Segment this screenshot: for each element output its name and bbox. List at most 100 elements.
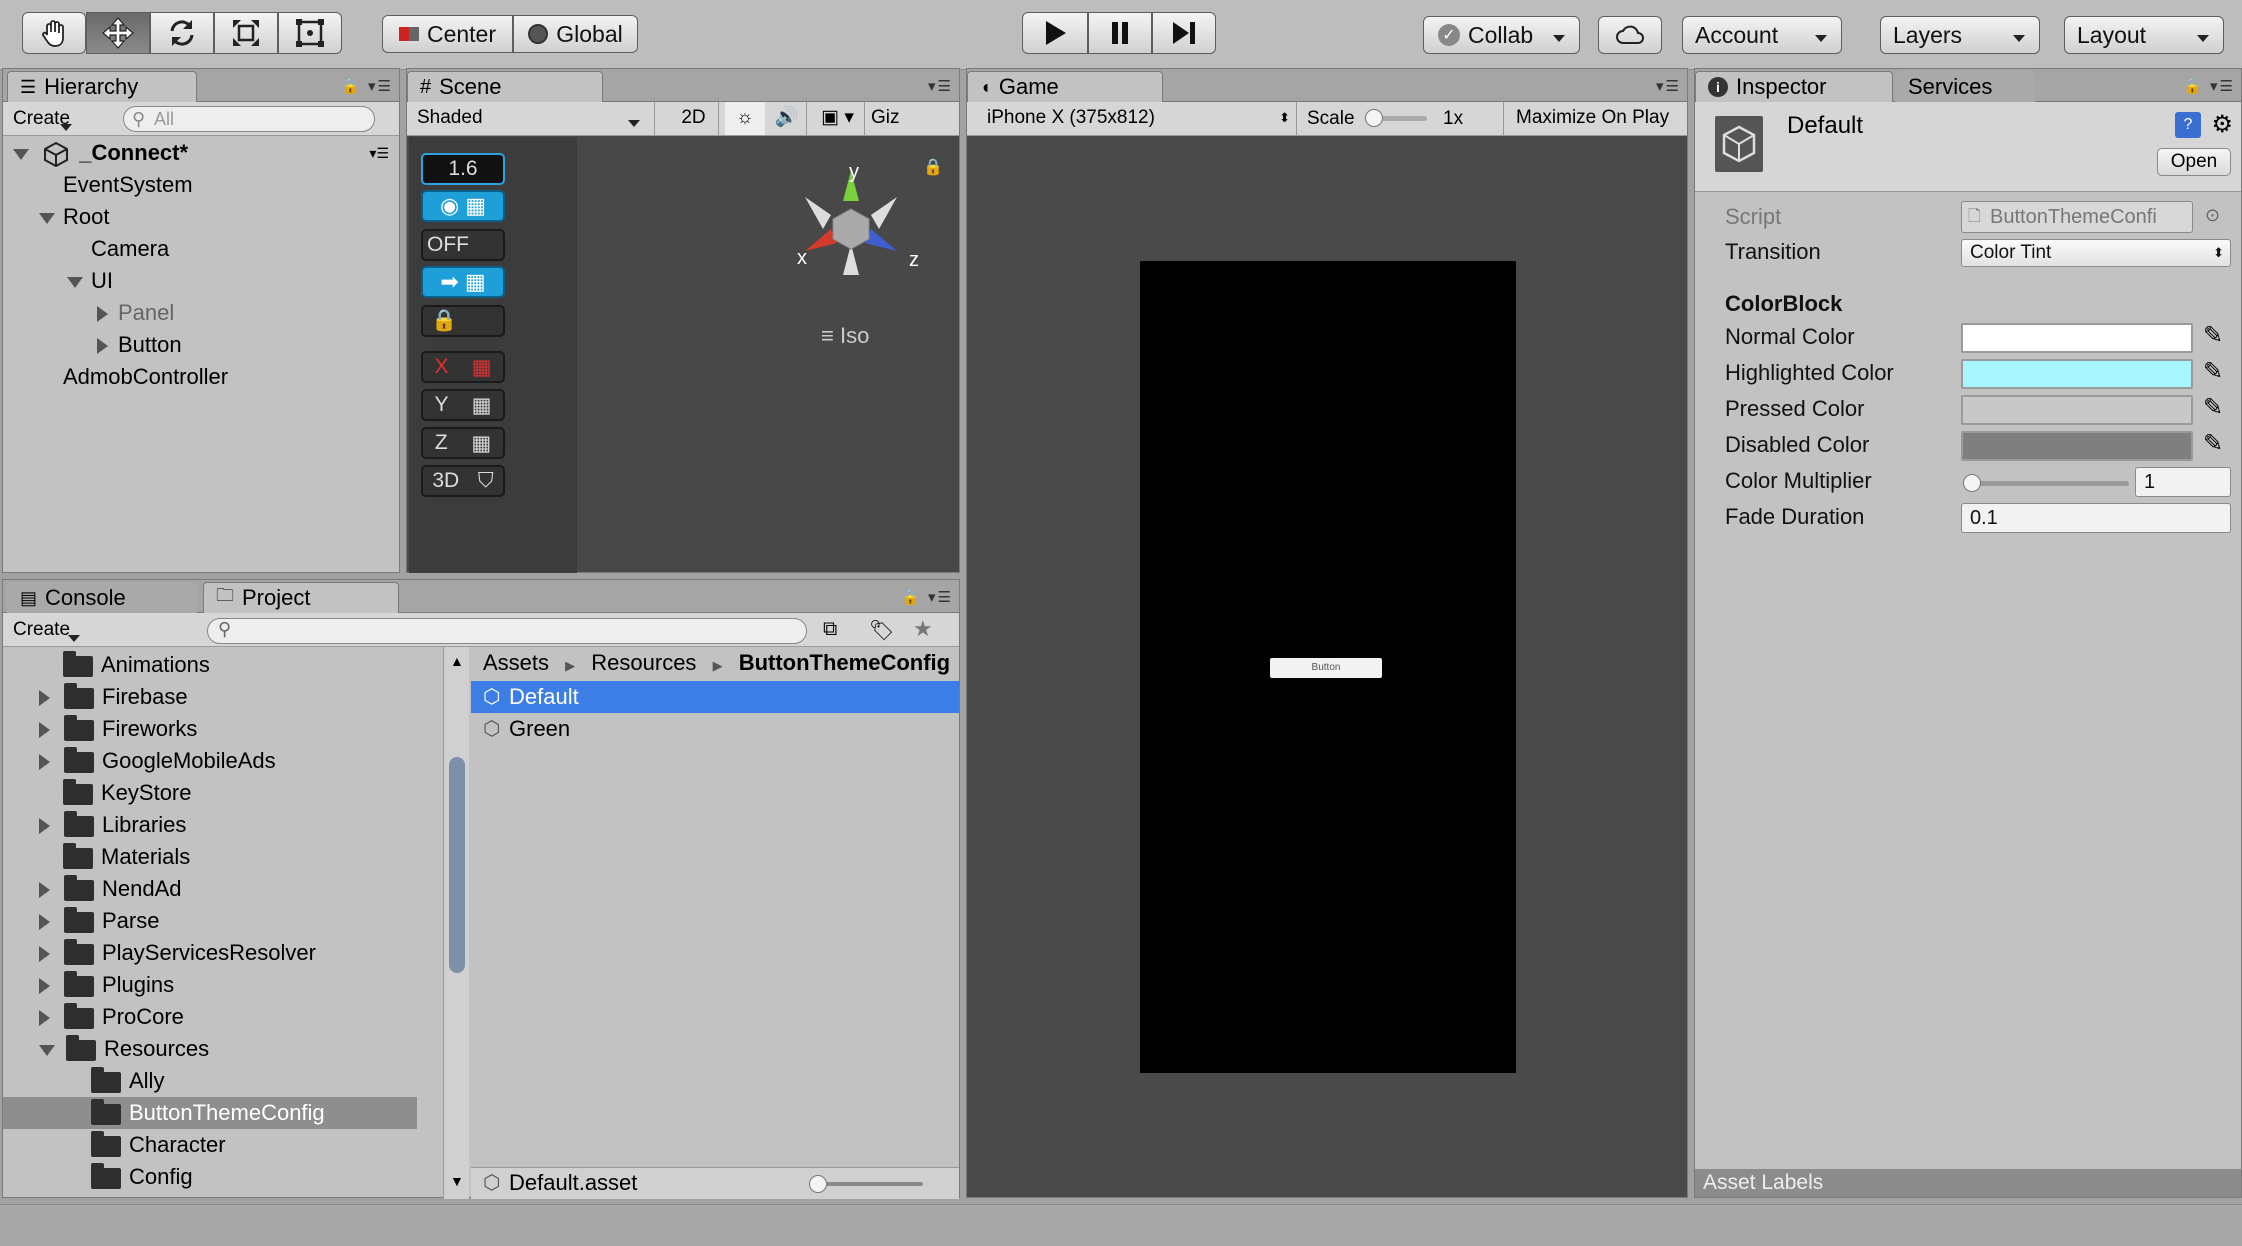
fade-duration-input[interactable]: 0.1 <box>1961 503 2231 533</box>
hierarchy-item-root[interactable]: Root <box>3 201 399 233</box>
grid-visibility-toggle[interactable]: ◉ ▦ <box>421 190 505 222</box>
scroll-up-icon[interactable]: ▲ <box>450 653 464 669</box>
scale-tool-icon[interactable] <box>214 12 278 54</box>
pause-button[interactable] <box>1088 12 1152 54</box>
tab-console[interactable]: ▤ Console <box>7 582 197 613</box>
hierarchy-item-button[interactable]: Button <box>3 329 399 361</box>
account-dropdown[interactable]: Account <box>1682 16 1842 54</box>
open-button[interactable]: Open <box>2157 148 2231 176</box>
color-multiplier-slider[interactable] <box>1963 474 2129 492</box>
panel-menu-icon[interactable]: ▾☰ <box>1656 77 1681 95</box>
hierarchy-item-eventsystem[interactable]: EventSystem <box>3 169 399 201</box>
resolution-dropdown[interactable]: iPhone X (375x812) ⬍ <box>967 102 1297 135</box>
folder-item[interactable]: ProCore <box>3 1001 443 1033</box>
step-button[interactable] <box>1152 12 1216 54</box>
tab-scene[interactable]: # Scene <box>407 71 603 102</box>
toggle-3d-button[interactable]: 3D ⛉ <box>421 465 505 497</box>
collab-dropdown[interactable]: ✓ Collab <box>1423 16 1580 54</box>
lighting-toggle[interactable]: ☼ <box>725 102 765 135</box>
breadcrumb-assets[interactable]: Assets <box>483 650 549 675</box>
tab-project[interactable]: 🗀 Project <box>203 582 399 613</box>
panel-menu-icon[interactable]: ▾☰ <box>928 77 953 95</box>
shading-mode-dropdown[interactable]: Shaded <box>407 102 655 135</box>
normal-color-swatch[interactable] <box>1961 323 2193 353</box>
play-button[interactable] <box>1022 12 1088 54</box>
tab-game[interactable]: ◖ Game <box>967 71 1163 102</box>
game-viewport[interactable]: Button <box>1140 261 1516 1073</box>
folder-item[interactable]: Resources <box>3 1033 443 1065</box>
rect-tool-icon[interactable] <box>278 12 342 54</box>
folder-item-selected[interactable]: ButtonThemeConfig <box>3 1097 417 1129</box>
scrollbar-thumb[interactable] <box>449 757 465 973</box>
project-create-dropdown[interactable]: Create <box>13 617 94 643</box>
target-icon[interactable]: ⊙ <box>2205 205 2220 226</box>
pressed-color-swatch[interactable] <box>1961 395 2193 425</box>
maximize-on-play-toggle[interactable]: Maximize On Play <box>1503 102 1681 135</box>
eyedropper-icon[interactable]: ✎ <box>2203 321 2223 350</box>
filter-by-label-icon[interactable]: 🏷 <box>869 618 894 643</box>
cloud-button[interactable] <box>1598 16 1662 54</box>
pivot-global-button[interactable]: Global <box>513 15 638 53</box>
folder-item[interactable]: Plugins <box>3 969 443 1001</box>
push-to-grid-button[interactable]: ➡ ▦ <box>421 266 505 298</box>
transition-dropdown[interactable]: Color Tint ⬍ <box>1961 239 2231 267</box>
panel-menu-icon[interactable]: 🔒 ▾☰ <box>2183 77 2235 95</box>
folder-item[interactable]: Materials <box>3 841 443 873</box>
help-book-icon[interactable]: ? <box>2175 112 2201 138</box>
hierarchy-item-ui[interactable]: UI <box>3 265 399 297</box>
panel-menu-icon[interactable]: 🔒 ▾☰ <box>901 588 953 606</box>
scale-slider[interactable] <box>1365 109 1427 127</box>
asset-item-selected[interactable]: ⬡ Default <box>471 681 959 713</box>
highlighted-color-swatch[interactable] <box>1961 359 2193 389</box>
slider-thumb[interactable] <box>1963 474 1981 492</box>
eyedropper-icon[interactable]: ✎ <box>2203 357 2223 386</box>
gear-icon[interactable]: ⚙ <box>2211 110 2233 139</box>
asset-labels-bar[interactable]: Asset Labels <box>1695 1169 2241 1197</box>
rotate-tool-icon[interactable] <box>150 12 214 54</box>
tab-hierarchy[interactable]: ☰ Hierarchy <box>7 71 197 102</box>
asset-item[interactable]: ⬡ Green <box>471 713 959 745</box>
folder-tree-scrollbar[interactable]: ▲ ▼ <box>443 647 469 1199</box>
folder-item[interactable]: Animations <box>3 649 443 681</box>
icon-size-slider[interactable] <box>809 1175 923 1193</box>
game-ui-button[interactable]: Button <box>1270 658 1382 678</box>
axis-y-toggle[interactable]: Y ▦ <box>421 389 505 421</box>
hierarchy-create-dropdown[interactable]: Create <box>13 106 86 132</box>
lock-grid-toggle[interactable]: 🔒 <box>421 305 505 337</box>
filter-by-type-icon[interactable]: ⧉ <box>823 618 837 641</box>
tab-services[interactable]: Services <box>1895 71 2035 102</box>
mode-2d-button[interactable]: 2D <box>669 102 719 135</box>
axis-x-toggle[interactable]: X ▦ <box>421 351 505 383</box>
breadcrumb-current[interactable]: ButtonThemeConfig <box>739 650 950 675</box>
folder-item[interactable]: PlayServicesResolver <box>3 937 443 969</box>
scene-root-row[interactable]: _Connect* ▾☰ <box>3 137 399 169</box>
hand-tool-icon[interactable] <box>22 12 86 54</box>
effects-dropdown[interactable]: ▣ ▾ <box>811 102 865 135</box>
slider-thumb[interactable] <box>809 1175 827 1193</box>
folder-item[interactable]: Config <box>3 1161 443 1193</box>
scroll-down-icon[interactable]: ▼ <box>450 1173 464 1189</box>
snap-toggle[interactable]: OFF <box>421 229 505 261</box>
grid-size-field[interactable]: 1.6 <box>421 153 505 185</box>
hierarchy-item-camera[interactable]: Camera <box>3 233 399 265</box>
folder-item[interactable]: Parse <box>3 905 443 937</box>
hierarchy-item-panel[interactable]: Panel <box>3 297 399 329</box>
eyedropper-icon[interactable]: ✎ <box>2203 393 2223 422</box>
gizmos-dropdown[interactable]: Giz <box>871 102 911 135</box>
scene-menu-icon[interactable]: ▾☰ <box>369 137 389 169</box>
hierarchy-search-input[interactable]: ⚲ All <box>123 106 375 132</box>
projection-toggle[interactable]: ≡ Iso <box>821 323 869 349</box>
layers-dropdown[interactable]: Layers <box>1880 16 2040 54</box>
hierarchy-item-admobcontroller[interactable]: AdmobController <box>3 361 399 393</box>
slider-thumb[interactable] <box>1365 109 1383 127</box>
folder-item[interactable]: GoogleMobileAds <box>3 745 443 777</box>
favorites-star-icon[interactable]: ★ <box>913 616 933 642</box>
audio-toggle[interactable]: 🔊 <box>767 102 807 135</box>
folder-item[interactable]: Libraries <box>3 809 443 841</box>
folder-item[interactable]: Ally <box>3 1065 443 1097</box>
tab-inspector[interactable]: i Inspector <box>1695 71 1893 102</box>
color-multiplier-input[interactable]: 1 <box>2135 467 2231 497</box>
breadcrumb-resources[interactable]: Resources <box>591 650 696 675</box>
eyedropper-icon[interactable]: ✎ <box>2203 429 2223 458</box>
axis-z-toggle[interactable]: Z ▦ <box>421 427 505 459</box>
